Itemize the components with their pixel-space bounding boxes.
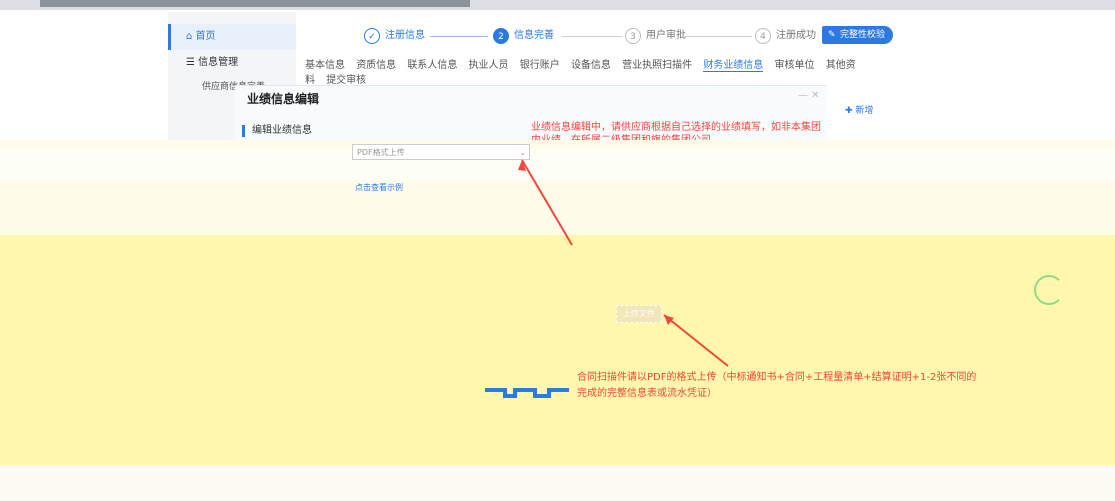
arrowhead: [664, 315, 674, 325]
annotation-arrows: [485, 159, 729, 398]
blue-mark: [485, 388, 569, 398]
arrow-to-upload: [663, 314, 729, 367]
arrow-to-select: [521, 159, 573, 246]
